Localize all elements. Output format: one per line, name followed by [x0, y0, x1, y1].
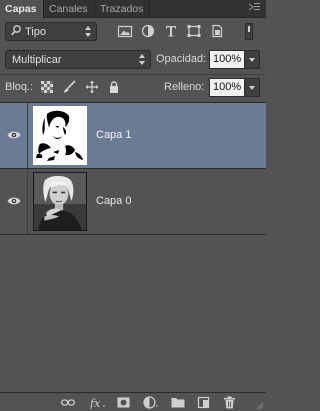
layers-list: Capa 1 Capa 0 — [0, 102, 266, 392]
eye-icon — [7, 197, 21, 205]
adjustment-layer-icon[interactable] — [143, 396, 159, 409]
lock-label: Bloq.: — [5, 81, 34, 93]
opacity-label: Opacidad: — [156, 53, 207, 65]
search-icon — [11, 25, 21, 39]
tab-trazados[interactable]: Trazados — [95, 0, 149, 18]
shape-filter-icon[interactable] — [186, 24, 202, 38]
lock-position-icon[interactable] — [85, 80, 99, 94]
opacity-field[interactable]: 100% — [209, 50, 245, 69]
divider — [0, 74, 266, 75]
spin-arrows-icon — [85, 25, 92, 38]
visibility-toggle[interactable] — [0, 103, 28, 168]
layer-name[interactable]: Capa 1 — [96, 128, 131, 142]
layer-thumbnail-capa-1 — [33, 106, 87, 165]
add-mask-icon[interactable] — [117, 396, 130, 409]
tab-label: Trazados — [100, 3, 144, 15]
visibility-toggle[interactable] — [0, 169, 28, 234]
layer-row-capa-1[interactable]: Capa 1 — [0, 103, 266, 169]
tab-label: Canales — [49, 3, 88, 15]
delete-layer-icon[interactable] — [223, 396, 236, 409]
panel-menu-icon[interactable] — [248, 3, 260, 14]
fill-dropdown-button[interactable] — [244, 78, 260, 97]
layer-name[interactable]: Capa 0 — [96, 194, 131, 208]
new-layer-icon[interactable] — [197, 396, 210, 409]
type-filter-icon[interactable] — [163, 24, 179, 38]
lock-image-pixels-icon[interactable] — [62, 80, 76, 94]
new-group-icon[interactable] — [171, 396, 185, 409]
link-layers-icon[interactable] — [61, 396, 75, 409]
tab-label: Capas — [5, 3, 37, 15]
resize-grip-icon[interactable] — [256, 401, 264, 410]
eye-icon — [7, 131, 21, 139]
filter-toggle-switch[interactable] — [245, 23, 253, 40]
fill-label: Relleno: — [164, 81, 205, 93]
layers-bottom-toolbar: fx — [0, 392, 266, 411]
layer-thumbnail-capa-0 — [33, 172, 87, 231]
panel-tab-bar: Capas Canales Trazados — [0, 0, 266, 19]
blend-mode-label: Multiplicar — [12, 54, 62, 66]
layer-row-capa-0[interactable]: Capa 0 — [0, 169, 266, 235]
opacity-dropdown-button[interactable] — [244, 50, 260, 69]
filter-kind-label: Tipo — [25, 26, 46, 38]
blend-mode-select[interactable]: Multiplicar — [5, 50, 151, 69]
lock-all-icon[interactable] — [107, 80, 121, 94]
svg-text:fx: fx — [90, 397, 101, 409]
spin-arrows-icon — [139, 53, 146, 66]
tab-capas[interactable]: Capas — [0, 0, 44, 19]
fill-field[interactable]: 100% — [209, 78, 245, 97]
image-filter-icon[interactable] — [117, 24, 133, 38]
layer-style-icon[interactable]: fx — [90, 396, 106, 409]
adjustment-filter-icon[interactable] — [140, 24, 156, 38]
lock-transparent-pixels-icon[interactable] — [40, 80, 54, 94]
tab-canales[interactable]: Canales — [44, 0, 95, 18]
smart-object-filter-icon[interactable] — [209, 24, 225, 38]
filter-kind-select[interactable]: Tipo — [5, 22, 97, 41]
